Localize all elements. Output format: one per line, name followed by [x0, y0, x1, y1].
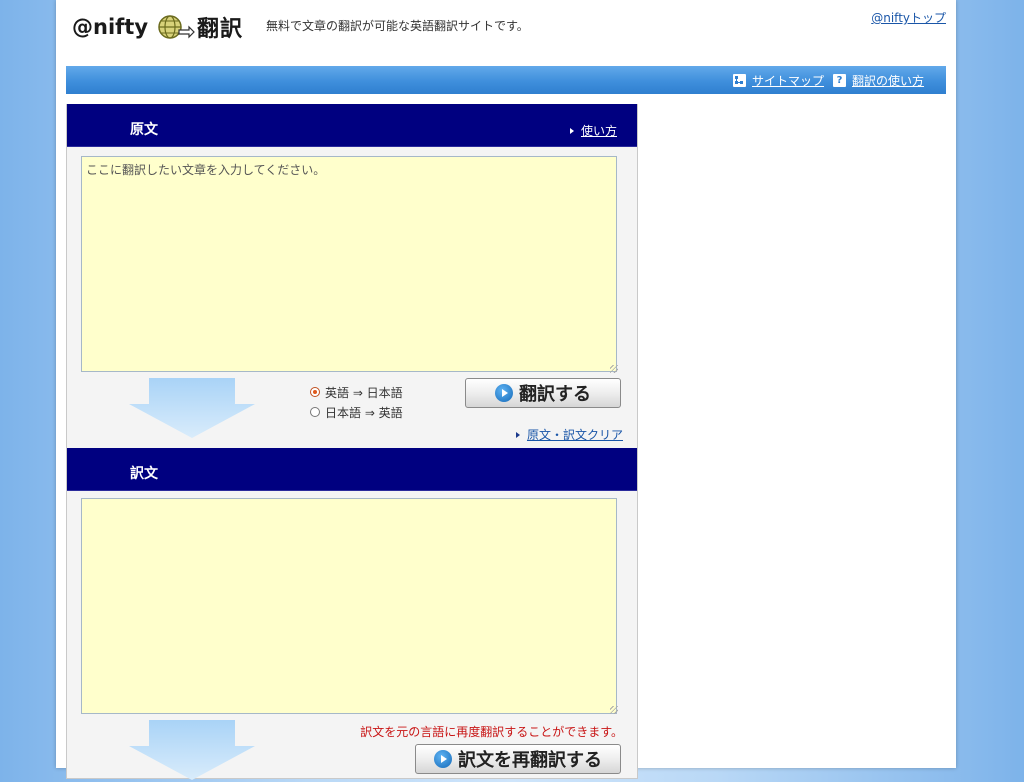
- down-arrow-icon: [129, 378, 255, 438]
- resize-grip-icon[interactable]: [610, 706, 618, 714]
- usage-link[interactable]: ? 翻訳の使い方: [833, 72, 924, 89]
- clear-link-label: 原文・訳文クリア: [526, 428, 623, 442]
- sitemap-icon: [733, 74, 746, 87]
- retranslate-button-label: 訳文を再翻訳する: [458, 750, 602, 771]
- clear-link[interactable]: 原文・訳文クリア: [515, 426, 623, 443]
- play-icon: [495, 384, 513, 402]
- result-panel-header: 訳文: [67, 448, 637, 491]
- radio-unselected[interactable]: [310, 407, 320, 417]
- resize-grip-icon[interactable]: [610, 365, 618, 373]
- play-icon: [434, 750, 452, 768]
- globe-translate-icon: [158, 15, 195, 39]
- radio-selected[interactable]: [310, 387, 320, 397]
- triangle-right-icon: [515, 431, 520, 438]
- translate-button-label: 翻訳する: [519, 384, 591, 405]
- direction-ja-en[interactable]: 日本語 ⇒ 英語: [310, 402, 403, 422]
- result-panel: 訳文 訳文を元の言語に再度翻訳することができます。 訳文を再翻訳する: [66, 448, 638, 780]
- sitemap-link[interactable]: サイトマップ: [733, 72, 824, 89]
- question-icon: ?: [833, 74, 846, 87]
- help-link-label: 使い方: [580, 124, 617, 138]
- translate-button[interactable]: 翻訳する: [465, 378, 621, 408]
- retranslate-button[interactable]: 訳文を再翻訳する: [415, 744, 621, 774]
- direction-en-ja-label: 英語 ⇒ 日本語: [325, 385, 403, 400]
- nav-bar: サイトマップ ? 翻訳の使い方: [66, 66, 946, 94]
- direction-ja-en-label: 日本語 ⇒ 英語: [325, 405, 403, 420]
- direction-en-ja[interactable]: 英語 ⇒ 日本語: [310, 382, 403, 402]
- service-name: 翻訳: [197, 17, 244, 42]
- site-logo[interactable]: @nifty 翻訳: [72, 10, 243, 44]
- sitemap-label: サイトマップ: [752, 74, 825, 88]
- triangle-right-icon: [569, 127, 574, 134]
- page-container: @nifty 翻訳 無料で文章の翻訳が可能な英語翻訳サイトです。 @niftyト…: [56, 0, 956, 780]
- source-panel-header: 原文 使い方: [67, 104, 637, 147]
- source-textarea[interactable]: [81, 156, 617, 372]
- nifty-logo-text: @nifty: [72, 15, 149, 39]
- result-textarea[interactable]: [81, 498, 617, 714]
- result-title: 訳文: [130, 466, 158, 482]
- down-arrow-icon: [129, 720, 255, 780]
- help-link[interactable]: 使い方: [569, 122, 617, 139]
- retranslate-note: 訳文を元の言語に再度翻訳することができます。: [360, 725, 623, 739]
- usage-label: 翻訳の使い方: [852, 74, 925, 88]
- nifty-top-link[interactable]: @niftyトップ: [871, 9, 946, 26]
- source-panel: 原文 使い方 英語 ⇒ 日本語 日本語 ⇒ 英語 翻訳する: [66, 104, 638, 449]
- site-tagline: 無料で文章の翻訳が可能な英語翻訳サイトです。: [266, 19, 529, 33]
- source-title: 原文: [130, 122, 158, 138]
- direction-radio-group: 英語 ⇒ 日本語 日本語 ⇒ 英語: [310, 382, 403, 422]
